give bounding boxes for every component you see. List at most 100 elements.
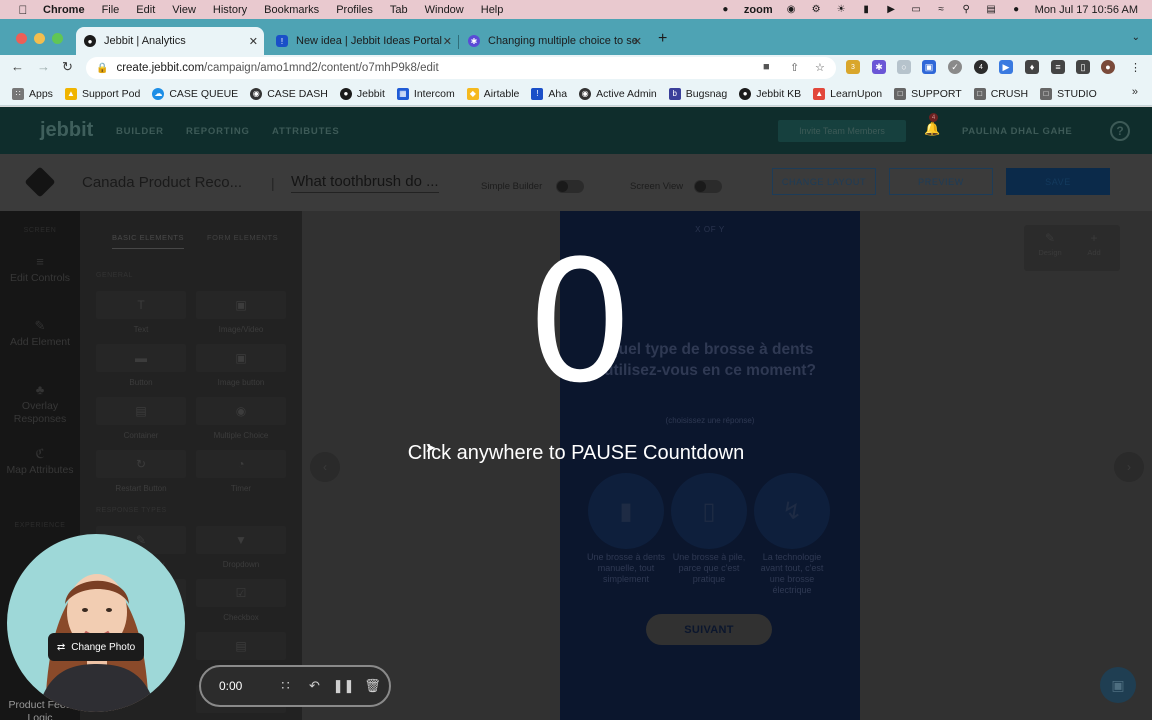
tab-changing-multiple-choice[interactable]: ✱ Changing multiple choice to se ✕ xyxy=(460,27,648,55)
brightness-icon[interactable]: ☀ xyxy=(835,4,848,15)
back-arrow-icon[interactable]: ← xyxy=(11,59,24,74)
microphone-icon[interactable]: ● xyxy=(719,4,732,15)
bookmark-folder-support[interactable]: □ SUPPORT xyxy=(894,87,962,100)
kebab-menu-icon[interactable]: ⋮ xyxy=(1130,61,1141,74)
chat-icon[interactable]: ▣ xyxy=(1100,667,1136,703)
menubar-clock[interactable]: Mon Jul 17 10:56 AM xyxy=(1035,4,1138,16)
jebbit-logo[interactable]: jebbit xyxy=(40,119,93,142)
bookmark-case-dash[interactable]: ◉ CASE DASH xyxy=(250,87,328,100)
bookmark-support-pod[interactable]: ▲ Support Pod xyxy=(64,87,140,100)
bookmark-star-icon[interactable]: ☆ xyxy=(815,61,825,74)
nav-reporting[interactable]: REPORTING xyxy=(186,126,250,137)
bookmark-learnupon[interactable]: ▲ LearnUpon xyxy=(813,87,882,100)
menu-view[interactable]: View xyxy=(172,4,196,16)
reload-icon[interactable]: ↻ xyxy=(62,59,73,75)
camera-icon[interactable]: ■ xyxy=(763,61,770,73)
bookmark-jebbit[interactable]: ● Jebbit xyxy=(339,87,385,100)
next-button[interactable]: SUIVANT xyxy=(646,614,772,645)
zoom-menu-label[interactable]: zoom xyxy=(744,4,773,16)
element-dropdown-tile[interactable]: ▼ xyxy=(196,526,286,554)
bookmark-folder-crush[interactable]: □ CRUSH xyxy=(973,87,1028,100)
extension-icon[interactable]: ✱ xyxy=(872,60,886,74)
zoom-status-icon[interactable]: ◉ xyxy=(785,4,798,15)
extension-icon[interactable]: ○ xyxy=(897,60,911,74)
simple-builder-toggle[interactable] xyxy=(556,180,584,193)
search-icon[interactable]: ⚲ xyxy=(960,4,973,15)
extension-icon[interactable]: 4 xyxy=(974,60,988,74)
user-menu[interactable]: PAULINA DHAL GAHE xyxy=(962,126,1072,137)
pause-icon[interactable]: ❚❚ xyxy=(329,678,358,694)
menu-history[interactable]: History xyxy=(213,4,247,16)
bookmark-active-admin[interactable]: ◉ Active Admin xyxy=(579,87,657,100)
bookmark-airtable[interactable]: ◆ Airtable xyxy=(466,87,519,100)
tab-search-chevron-icon[interactable]: ⌄ xyxy=(1132,32,1140,43)
puzzle-icon[interactable]: ♦ xyxy=(1025,60,1039,74)
screen-view-toggle[interactable] xyxy=(694,180,722,193)
close-icon[interactable]: ✕ xyxy=(249,35,258,48)
grammarly-icon[interactable]: ⚙ xyxy=(810,4,823,15)
siri-icon[interactable]: ● xyxy=(1010,4,1023,15)
extension-icon[interactable]: ▣ xyxy=(922,60,936,74)
bookmark-aha[interactable]: ! Aha xyxy=(531,87,567,100)
menu-bookmarks[interactable]: Bookmarks xyxy=(264,4,319,16)
menu-window[interactable]: Window xyxy=(425,4,464,16)
undo-icon[interactable]: ↶ xyxy=(300,678,329,694)
bookmark-jebbit-kb[interactable]: ● Jebbit KB xyxy=(739,87,801,100)
extension-icon[interactable]: 3 xyxy=(846,60,860,74)
pause-countdown-hint[interactable]: Click anywhere to PAUSE Countdown xyxy=(0,442,1152,465)
tab-jebbit-analytics[interactable]: ● Jebbit | Analytics ✕ xyxy=(76,27,264,55)
element-checkbox-tile[interactable]: ☑ xyxy=(196,579,286,607)
close-icon[interactable]: ✕ xyxy=(443,35,452,48)
extension-icon[interactable]: ✓ xyxy=(948,60,962,74)
choice-label[interactable]: La technologie avant tout, c'est une bro… xyxy=(752,552,832,596)
preview-button[interactable]: PREVIEW xyxy=(889,168,993,195)
window-zoom-button[interactable] xyxy=(52,33,63,44)
side-panel-icon[interactable]: ▯ xyxy=(1076,60,1090,74)
change-photo-button[interactable]: ⇄ Change Photo xyxy=(48,633,144,661)
menu-profiles[interactable]: Profiles xyxy=(336,4,373,16)
bookmarks-overflow-icon[interactable]: » xyxy=(1132,86,1138,98)
audio-icon[interactable]: ▮ xyxy=(860,4,873,15)
electric-toothbrush-icon[interactable]: ↯ xyxy=(754,473,830,549)
bookmark-apps[interactable]: ∷ Apps xyxy=(12,87,53,100)
invite-team-button[interactable]: Invite Team Members xyxy=(778,120,906,142)
extension-icon[interactable]: ▶ xyxy=(999,60,1013,74)
battery-toothbrush-icon[interactable]: ▯ xyxy=(671,473,747,549)
element-extra-tile[interactable]: ▤ xyxy=(196,632,286,660)
webcam-bubble[interactable] xyxy=(7,534,185,712)
change-layout-button[interactable]: CHANGE LAYOUT xyxy=(772,168,876,195)
tab-ideas-portal[interactable]: ! New idea | Jebbit Ideas Portal ✕ xyxy=(268,27,459,55)
apple-menu-icon[interactable]:  xyxy=(15,3,31,17)
menu-file[interactable]: File xyxy=(102,4,120,16)
new-tab-button[interactable]: + xyxy=(658,30,667,48)
bell-icon[interactable]: 🔔 xyxy=(924,121,940,137)
reading-list-icon[interactable]: ≡ xyxy=(1051,60,1065,74)
bookmark-intercom[interactable]: ▦ Intercom xyxy=(396,87,455,100)
menu-app-name[interactable]: Chrome xyxy=(43,4,85,16)
window-minimize-button[interactable] xyxy=(34,33,45,44)
choice-label[interactable]: Une brosse à dents manuelle, tout simple… xyxy=(586,552,666,585)
home-diamond-icon[interactable] xyxy=(24,166,56,198)
save-button[interactable]: SAVE xyxy=(1006,168,1110,195)
screen-name-input[interactable]: What toothbrush do ... xyxy=(291,173,439,193)
bookmark-case-queue[interactable]: ☁ CASE QUEUE xyxy=(152,87,238,100)
countdown-number[interactable]: 0 xyxy=(0,232,1152,412)
battery-icon[interactable]: ▭ xyxy=(910,4,923,15)
manual-toothbrush-icon[interactable]: ▮ xyxy=(588,473,664,549)
forward-arrow-icon[interactable]: → xyxy=(37,59,50,74)
control-center-icon[interactable]: ▤ xyxy=(985,4,998,15)
close-icon[interactable]: ✕ xyxy=(633,35,642,48)
help-icon[interactable]: ? xyxy=(1110,121,1130,141)
menu-tab[interactable]: Tab xyxy=(390,4,408,16)
menu-edit[interactable]: Edit xyxy=(136,4,155,16)
menu-help[interactable]: Help xyxy=(481,4,504,16)
nav-attributes[interactable]: ATTRIBUTES xyxy=(272,126,339,137)
share-icon[interactable]: ⇧ xyxy=(790,61,799,74)
play-icon[interactable]: ▶ xyxy=(885,4,898,15)
bookmark-bugsnag[interactable]: b Bugsnag xyxy=(668,87,727,100)
drag-handle-icon[interactable]: ∷ xyxy=(271,678,300,694)
profile-avatar-icon[interactable]: ● xyxy=(1101,60,1115,74)
address-bar[interactable]: 🔒 create.jebbit.com /campaign/amo1mnd2/c… xyxy=(86,57,836,79)
bookmark-folder-studio[interactable]: □ STUDIO xyxy=(1040,87,1097,100)
nav-builder[interactable]: BUILDER xyxy=(116,126,164,137)
